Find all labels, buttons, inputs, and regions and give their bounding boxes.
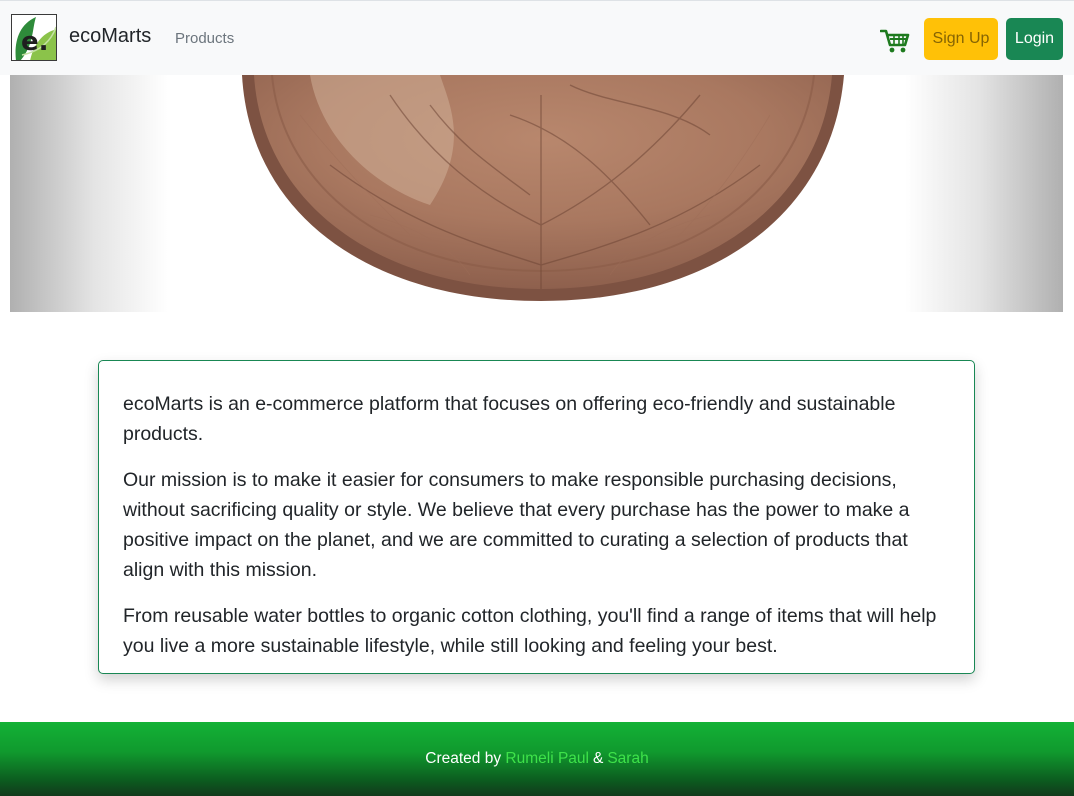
logo[interactable]: e. (11, 14, 57, 61)
about-card: ecoMarts is an e-commerce platform that … (98, 360, 975, 674)
signup-button[interactable]: Sign Up (924, 18, 998, 60)
author-link-sarah[interactable]: Sarah (607, 750, 648, 768)
about-paragraph: Our mission is to make it easier for con… (123, 469, 910, 581)
footer-credit-text: Created by (425, 750, 502, 767)
svg-text:e.: e. (21, 27, 49, 57)
about-paragraph: From reusable water bottles to organic c… (123, 605, 937, 657)
about-paragraph: ecoMarts is an e-commerce platform that … (123, 393, 896, 445)
login-button[interactable]: Login (1006, 18, 1063, 60)
leaf-plate-image (242, 75, 844, 301)
hero-banner (10, 75, 1063, 312)
brand-name[interactable]: ecoMarts (69, 25, 151, 48)
nav-link-products[interactable]: Products (175, 30, 234, 47)
navbar: e. ecoMarts Products Sign Up Login (0, 0, 1074, 75)
footer-separator: & (592, 750, 604, 767)
cart-icon[interactable] (879, 28, 910, 54)
footer: Created by Rumeli Paul & Sarah (0, 722, 1074, 796)
leaf-logo-icon: e. (15, 17, 56, 60)
author-link-rumeli[interactable]: Rumeli Paul (505, 750, 589, 768)
